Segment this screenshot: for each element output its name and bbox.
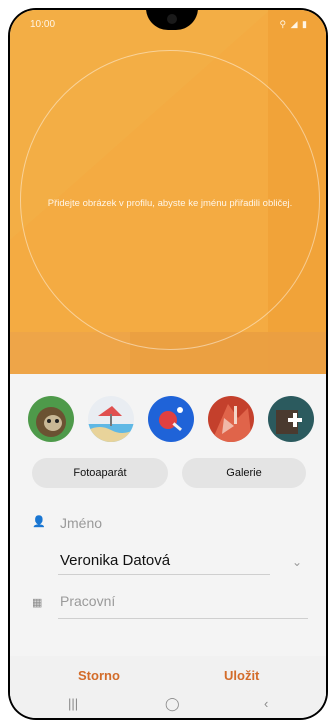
add-icon [276,410,302,434]
save-button[interactable]: Uložit [224,668,259,683]
name-underline [58,574,270,575]
avatar-sloth[interactable] [28,396,74,442]
action-bar: Storno Uložit [10,656,326,696]
pingpong-icon [159,407,183,432]
avatar-beach[interactable] [88,396,134,442]
cancel-button[interactable]: Storno [78,668,120,683]
screen: Přidejte obrázek v profilu, abyste ke jm… [10,10,326,718]
profile-image-area[interactable]: Přidejte obrázek v profilu, abyste ke jm… [10,10,326,374]
status-time: 10:00 [30,19,56,30]
avatar-paint[interactable] [208,396,254,442]
name-field[interactable]: Veronika Datová [60,552,170,569]
sloth-icon [36,407,66,437]
paint-icon [208,404,252,442]
gallery-button[interactable]: Galerie [182,458,306,488]
front-camera [167,14,177,24]
back-button[interactable]: ‹ [264,696,268,711]
avatar-picker [10,396,326,444]
name-label: Jméno [60,515,103,531]
camera-button[interactable]: Fotoaparát [32,458,168,488]
person-icon: 👤 [32,516,46,528]
phone-frame: Přidejte obrázek v profilu, abyste ke jm… [8,8,328,720]
beach-icon [88,406,134,442]
status-icons: ⚲ ◢ ▮ [279,19,308,29]
home-button[interactable]: ◯ [165,696,180,712]
work-underline [58,618,308,619]
nav-bar: ||| ◯ ‹ [10,692,326,718]
recent-apps-button[interactable]: ||| [68,696,78,711]
chevron-down-icon[interactable]: ⌄ [292,555,302,569]
avatar-add[interactable] [268,396,314,442]
work-field[interactable]: Pracovní [60,593,115,609]
building-icon: ▦ [32,597,43,609]
avatar-pingpong[interactable] [148,396,194,442]
profile-hint-text: Přidejte obrázek v profilu, abyste ke jm… [47,198,293,209]
